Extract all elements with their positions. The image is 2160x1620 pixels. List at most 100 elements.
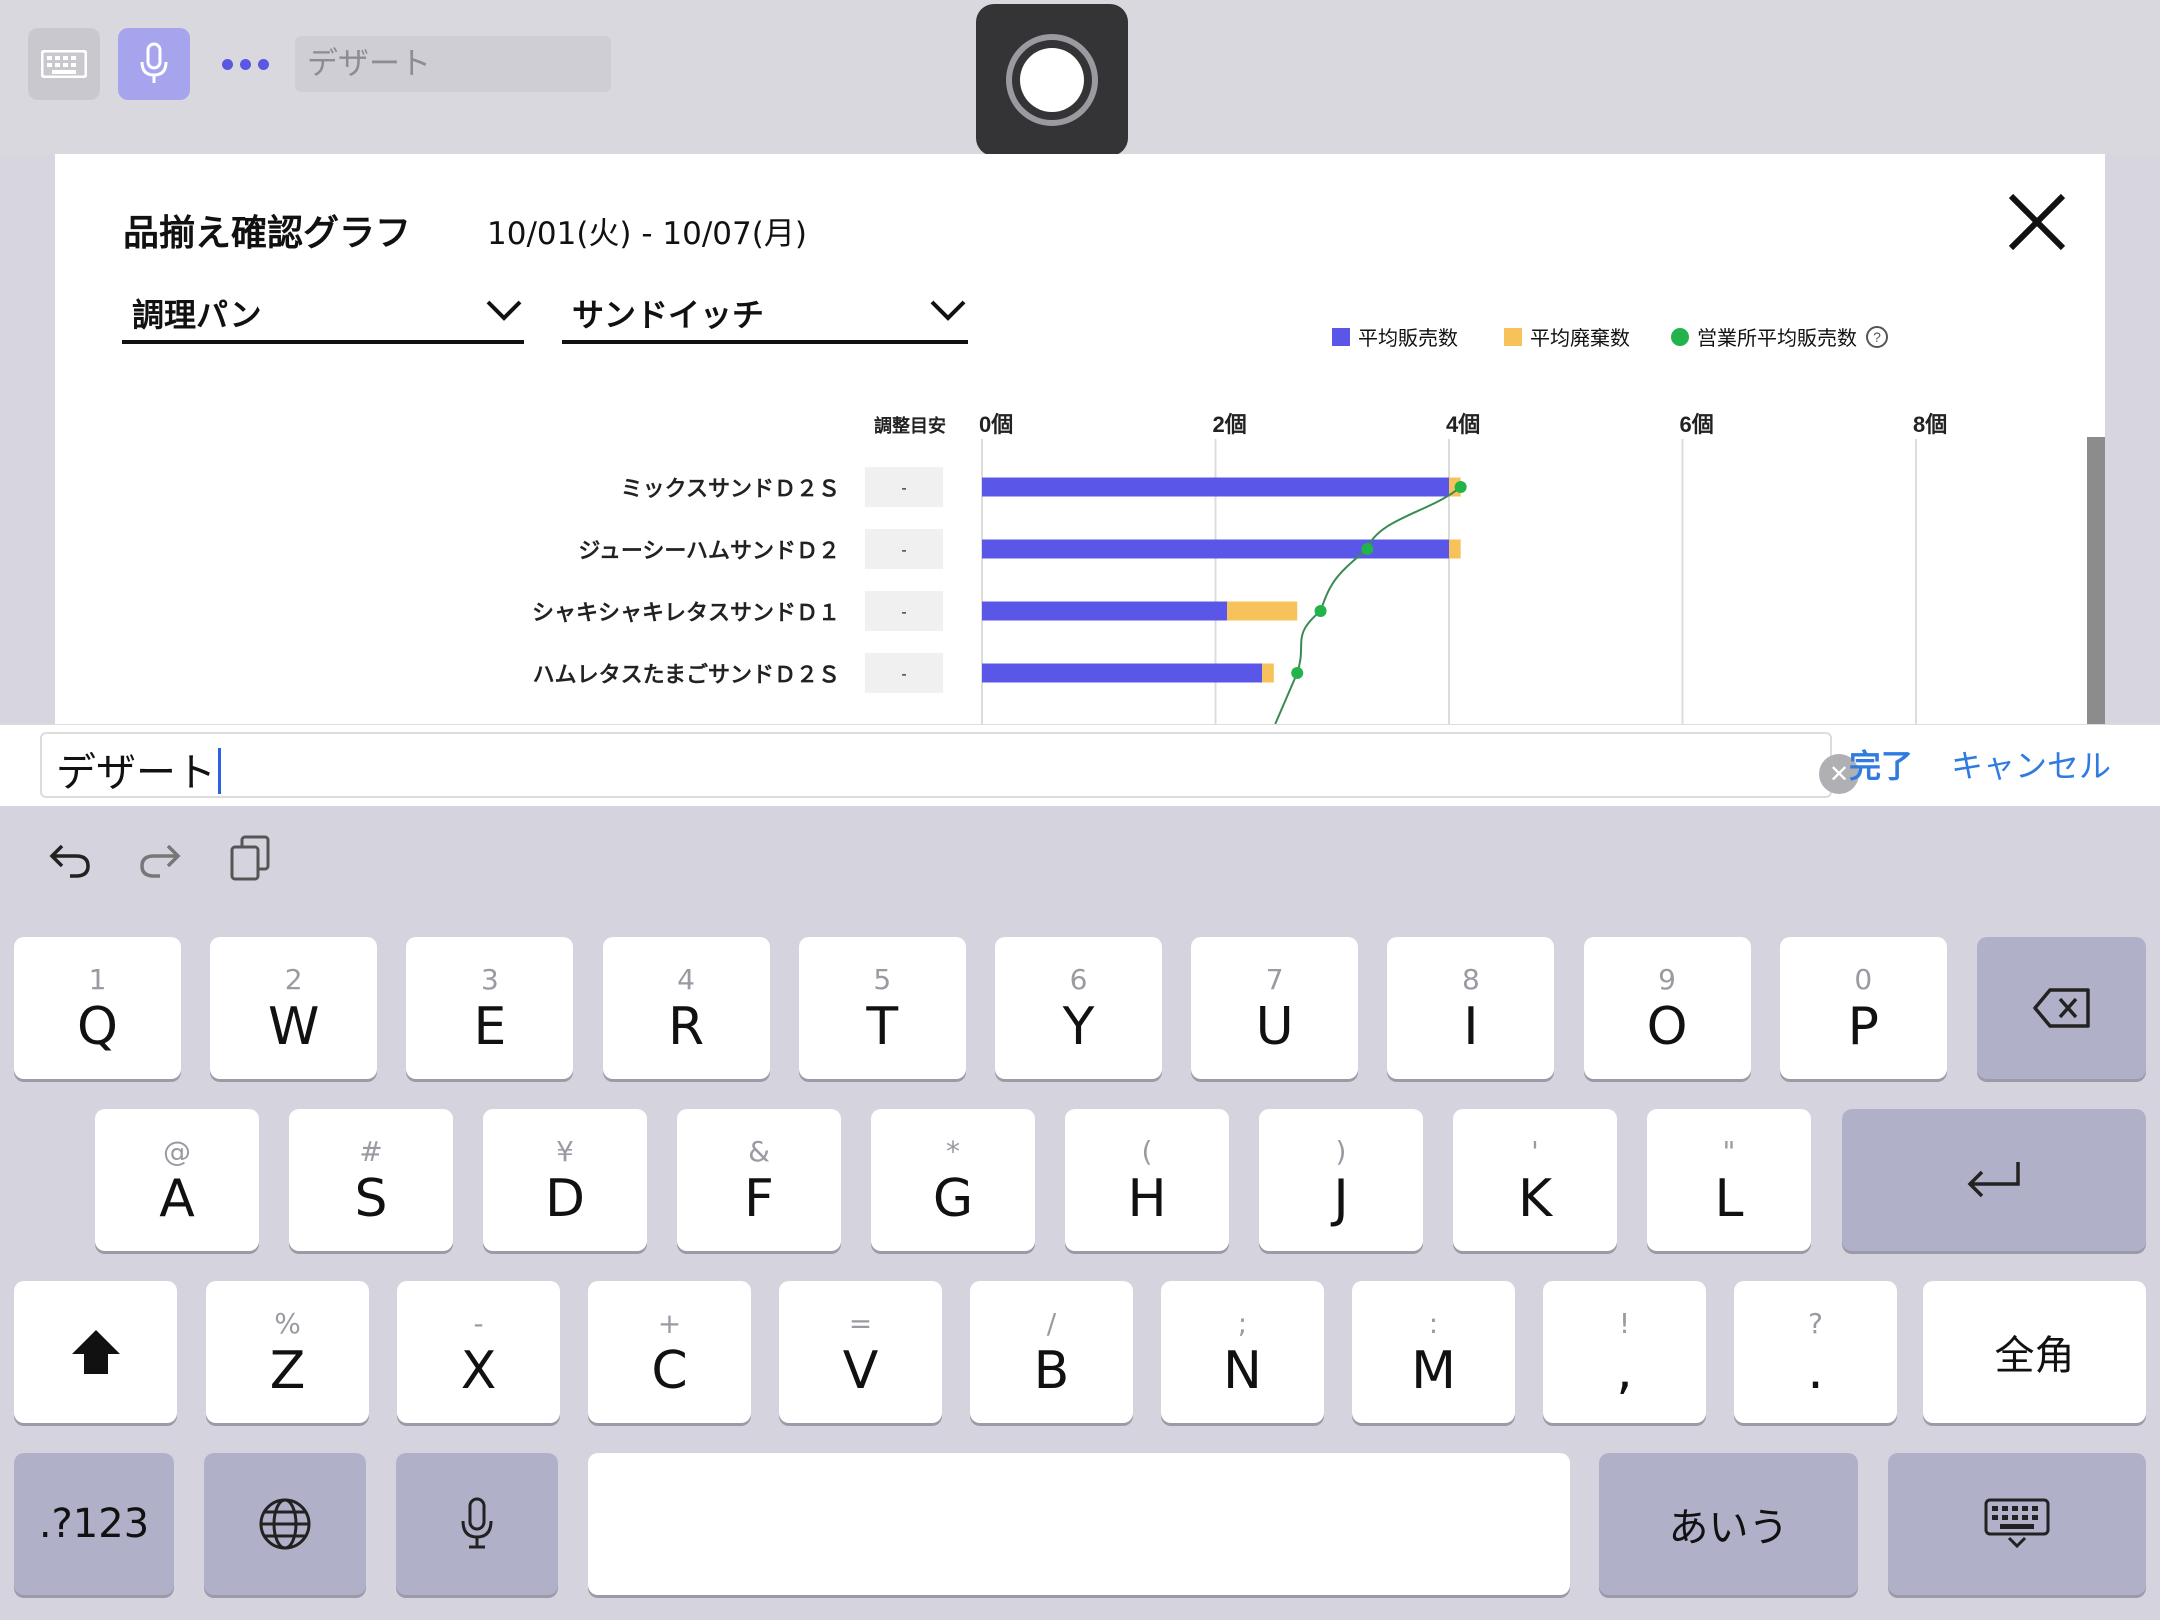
undo-icon[interactable] <box>42 830 98 886</box>
virtual-keyboard: 1 Q 2 W 3 E 4 R 5 T 6 Y 7 U 8 I 9 O 0 P @ A # S ¥ D & F * G(H) J ' K " L% Z… <box>0 806 2160 1620</box>
key-secondary-label: 9 <box>1658 963 1676 996</box>
keyboard-dismiss-icon <box>1984 1498 2050 1549</box>
adjust-header: 調整目安 <box>874 415 946 436</box>
key-j[interactable]: ) J <box>1259 1109 1423 1251</box>
key-x[interactable]: -X <box>397 1281 560 1423</box>
key-secondary-label: % <box>274 1307 301 1340</box>
key-label: D <box>544 1169 586 1229</box>
key-h[interactable]: (H <box>1065 1109 1229 1251</box>
key-label: T <box>866 997 899 1057</box>
key-u[interactable]: 7U <box>1191 937 1359 1079</box>
key-p[interactable]: 0P <box>1779 937 1947 1079</box>
bar-sales <box>982 477 1449 497</box>
key-e[interactable]: 3E <box>406 937 574 1079</box>
backspace-key[interactable] <box>1977 937 2146 1079</box>
top-system-bar: デザート <box>0 0 2160 156</box>
numbers-key[interactable]: .?123 <box>14 1453 174 1595</box>
key-secondary-label: 4 <box>677 963 695 996</box>
key-label: J <box>1333 1169 1349 1229</box>
text-caret <box>218 748 221 794</box>
key-,[interactable]: !, <box>1543 1281 1706 1423</box>
key-m[interactable]: :M <box>1352 1281 1515 1423</box>
key-secondary-label: ) <box>1335 1135 1347 1168</box>
key-secondary-label: / <box>1046 1307 1057 1340</box>
key-label: I <box>1463 997 1479 1057</box>
category-label: ミックスサンドＤ２Ｓ <box>621 476 840 501</box>
full-width-key-label: 全角 <box>1994 1333 2075 1379</box>
key-i[interactable]: 8I <box>1387 937 1555 1079</box>
key-secondary-label: 2 <box>284 963 303 996</box>
more-icon[interactable] <box>215 40 275 88</box>
key-g[interactable]: * G <box>871 1109 1035 1251</box>
key-label: H <box>1127 1169 1167 1229</box>
key-secondary-label: 0 <box>1854 963 1873 996</box>
x-tick-label: 4個 <box>1446 412 1480 437</box>
key-n[interactable]: ; N <box>1161 1281 1324 1423</box>
microphone-icon <box>461 1497 493 1549</box>
text-input-value: デザート <box>56 750 216 796</box>
key-r[interactable]: 4R <box>602 937 770 1079</box>
hide-keyboard-key[interactable] <box>1888 1453 2146 1595</box>
record-button[interactable] <box>976 4 1128 156</box>
kana-key[interactable]: あいう <box>1599 1453 1858 1595</box>
redo-icon[interactable] <box>132 830 188 886</box>
key-label: F <box>744 1169 774 1229</box>
text-input[interactable]: デザート ✕ <box>40 732 1859 798</box>
key-secondary-label: ( <box>1141 1135 1153 1168</box>
key-secondary-label: 7 <box>1265 963 1284 996</box>
adjust-value: - <box>901 480 906 497</box>
key-label: M <box>1411 1341 1456 1401</box>
key-secondary-label: 8 <box>1461 963 1480 996</box>
numbers-key-label: .?123 <box>38 1501 150 1547</box>
key-z[interactable]: % Z <box>206 1281 369 1423</box>
key-secondary-label: + <box>657 1307 682 1340</box>
microphone-icon[interactable] <box>118 28 190 100</box>
space-key[interactable] <box>588 1453 1570 1595</box>
key-label: L <box>1714 1169 1744 1229</box>
dictation-key[interactable] <box>396 1453 558 1595</box>
key-v[interactable]: = V <box>779 1281 942 1423</box>
key-s[interactable]: # S <box>289 1109 453 1251</box>
key-y[interactable]: 6Y <box>995 937 1162 1079</box>
key-label: B <box>1033 1341 1070 1401</box>
key-label: G <box>932 1169 974 1229</box>
key-t[interactable]: 5T <box>798 937 966 1079</box>
key-secondary-label: ? <box>1808 1307 1823 1340</box>
key-label: Q <box>77 997 118 1057</box>
key-secondary-label: : <box>1428 1307 1439 1340</box>
key-label: W <box>267 997 320 1057</box>
key-f[interactable]: & F <box>677 1109 841 1251</box>
paste-icon[interactable] <box>222 830 278 886</box>
bar-sales <box>982 539 1449 559</box>
key-d[interactable]: ¥ D <box>483 1109 647 1251</box>
shift-key[interactable] <box>14 1281 177 1423</box>
return-key[interactable] <box>1842 1109 2146 1251</box>
key-k[interactable]: ' K <box>1453 1109 1617 1251</box>
key-q[interactable]: 1Q <box>14 937 181 1079</box>
keyboard-icon[interactable] <box>28 28 100 100</box>
globe-icon <box>259 1498 311 1550</box>
key-l[interactable]: " L <box>1647 1109 1811 1251</box>
key-o[interactable]: 9O <box>1583 937 1751 1079</box>
key-w[interactable]: 2W <box>210 937 378 1079</box>
key-a[interactable]: @ A <box>95 1109 259 1251</box>
key-label: N <box>1223 1341 1262 1401</box>
key-secondary-label: 3 <box>480 963 499 996</box>
cancel-button[interactable]: キャンセル <box>1951 741 2111 787</box>
bar-waste <box>1227 601 1298 621</box>
office-avg-point <box>1314 605 1327 617</box>
key-secondary-label: ! <box>1618 1307 1631 1340</box>
chart-area: 0個 2個 4個 6個 8個 調整目安ミックスサンドＤ２Ｓ - ジューシーハムサンドＤ２ - シャ… <box>532 412 1947 724</box>
chart-modal: 品揃え確認グラフ 10/01(火) - 10/07(月) 調理パン サンドイッチ… <box>55 154 2105 724</box>
key-c[interactable]: + C <box>588 1281 751 1423</box>
x-tick-label: 2個 <box>1213 412 1247 437</box>
full-width-key[interactable]: 全角 <box>1923 1281 2146 1423</box>
office-avg-line <box>1274 486 1462 724</box>
top-search-field[interactable]: デザート <box>295 36 611 92</box>
key-secondary-label: 5 <box>873 963 892 996</box>
key-b[interactable]: / B <box>970 1281 1133 1423</box>
modal-scrollbar[interactable] <box>2087 437 2105 725</box>
globe-key[interactable] <box>204 1453 366 1595</box>
done-button[interactable]: 完了 <box>1849 741 1913 787</box>
key-.[interactable]: ?. <box>1734 1281 1897 1423</box>
